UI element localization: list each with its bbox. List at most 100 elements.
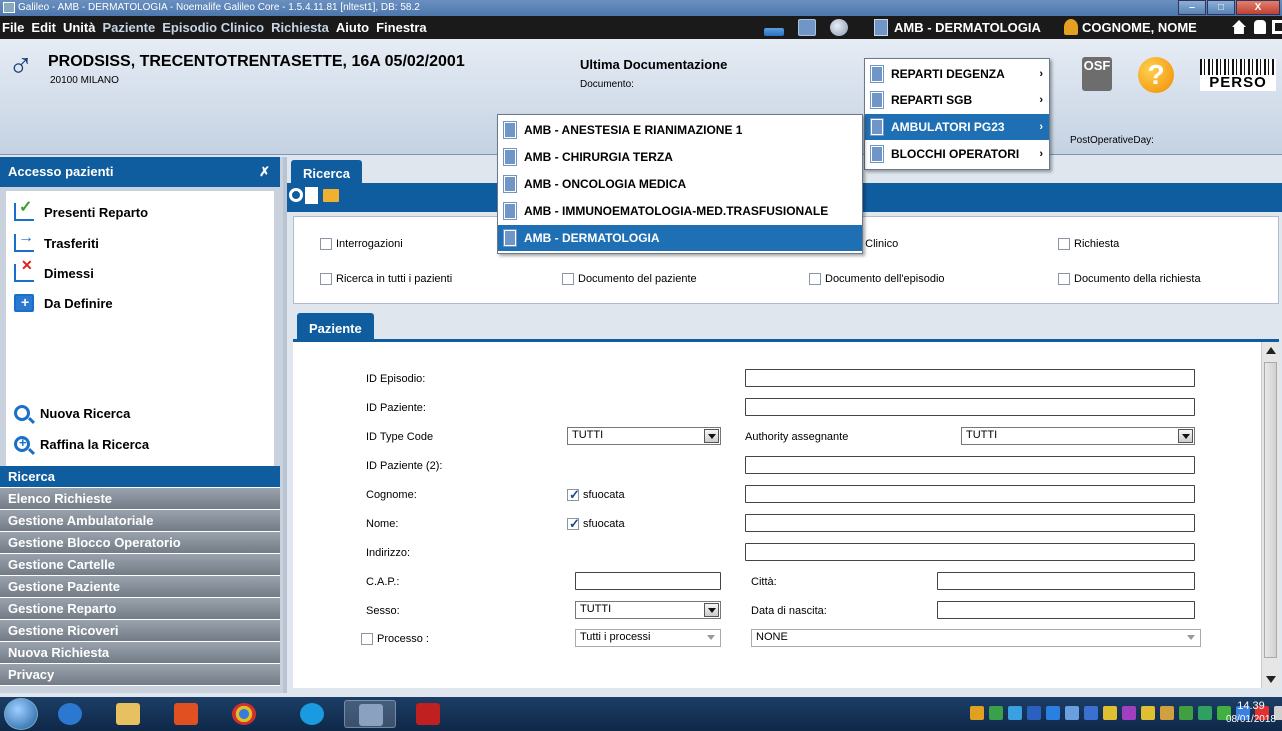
home-icon[interactable] [1232, 20, 1246, 34]
tray-icon[interactable] [1065, 706, 1079, 720]
search-icon[interactable] [289, 188, 303, 202]
taskbar-chrome[interactable] [218, 700, 270, 728]
menu-paziente[interactable]: Paziente [102, 20, 155, 35]
menu-file[interactable]: File [2, 20, 24, 35]
section-ricerca[interactable]: Ricerca [0, 466, 280, 488]
option-interrogazioni[interactable]: Interrogazioni [320, 238, 403, 250]
form-scrollbar[interactable] [1261, 342, 1279, 688]
checkbox[interactable] [361, 633, 373, 645]
scroll-up-icon[interactable] [1263, 344, 1278, 358]
cap-input[interactable] [575, 572, 721, 590]
taskbar-skype[interactable] [286, 700, 338, 728]
checkbox[interactable] [809, 273, 821, 285]
folder-icon[interactable] [323, 189, 339, 202]
help-icon[interactable]: ? [1138, 57, 1174, 93]
section-gestione-cartelle[interactable]: Gestione Cartelle [0, 554, 280, 576]
tray-icon[interactable] [1046, 706, 1060, 720]
menu-item-anestesia[interactable]: AMB - ANESTESIA E RIANIMAZIONE 1 [498, 117, 862, 143]
user-menu[interactable]: COGNOME, NOME [1064, 19, 1197, 35]
tray-icon[interactable] [1103, 706, 1117, 720]
bed-icon[interactable] [764, 27, 784, 36]
tray-icon[interactable] [1122, 706, 1136, 720]
taskbar-app2[interactable] [402, 700, 454, 728]
system-clock[interactable]: 14.39 08/01/2018 [1226, 700, 1276, 726]
option-documento-episodio[interactable]: Documento dell'episodio [809, 273, 945, 285]
checkbox[interactable] [320, 273, 332, 285]
cognome-fuzzy-checkbox[interactable]: sfuocata [567, 489, 625, 501]
minimize-button[interactable]: – [1178, 0, 1206, 15]
checkbox[interactable] [320, 238, 332, 250]
menu-item-blocchi-operatori[interactable]: BLOCCHI OPERATORI › [865, 141, 1049, 167]
osf-icon[interactable]: OSF [1082, 57, 1112, 91]
indirizzo-input[interactable] [745, 543, 1195, 561]
taskbar-ie[interactable] [44, 700, 96, 728]
start-button[interactable] [4, 698, 38, 730]
nuova-ricerca-button[interactable]: Nuova Ricerca [14, 405, 130, 421]
authority-select[interactable]: TUTTI [961, 427, 1195, 445]
option-documento-paziente[interactable]: Documento del paziente [562, 273, 697, 285]
sidebar-item-da-definire[interactable]: Da Definire [14, 294, 113, 312]
section-gestione-reparto[interactable]: Gestione Reparto [0, 598, 280, 620]
section-gestione-ambulatoriale[interactable]: Gestione Ambulatoriale [0, 510, 280, 532]
menu-item-chirurgia-terza[interactable]: AMB - CHIRURGIA TERZA [498, 144, 862, 170]
tray-icon[interactable] [970, 706, 984, 720]
nome-input[interactable] [745, 514, 1195, 532]
data-nascita-input[interactable] [937, 601, 1195, 619]
cognome-input[interactable] [745, 485, 1195, 503]
nome-fuzzy-checkbox[interactable]: sfuocata [567, 518, 625, 530]
sidebar-item-trasferiti[interactable]: Trasferiti [14, 229, 99, 252]
scroll-thumb[interactable] [1264, 362, 1277, 658]
id-paziente-2-input[interactable] [745, 456, 1195, 474]
menu-edit[interactable]: Edit [31, 20, 56, 35]
section-gestione-paziente[interactable]: Gestione Paziente [0, 576, 280, 598]
menu-item-dermatologia[interactable]: AMB - DERMATOLOGIA [498, 225, 862, 251]
ward-selector[interactable]: AMB - DERMATOLOGIA [874, 19, 1041, 36]
sidebar-item-presenti-reparto[interactable]: Presenti Reparto [14, 197, 148, 221]
menu-aiuto[interactable]: Aiuto [336, 20, 369, 35]
id-episodio-input[interactable] [745, 369, 1195, 387]
taskbar-explorer[interactable] [102, 700, 154, 728]
menu-item-ambulatori-pg23[interactable]: AMBULATORI PG23 › [865, 114, 1049, 140]
taskbar-galileo[interactable] [344, 700, 396, 728]
menu-unita[interactable]: Unità [63, 20, 96, 35]
tray-icon[interactable] [1027, 706, 1041, 720]
option-richiesta[interactable]: Richiesta [1058, 238, 1119, 250]
menu-richiesta[interactable]: Richiesta [271, 20, 329, 35]
sidebar-item-dimessi[interactable]: Dimessi [14, 257, 94, 282]
tray-icon[interactable] [1084, 706, 1098, 720]
document-icon[interactable] [305, 187, 318, 204]
tray-icon[interactable] [1141, 706, 1155, 720]
exit-icon[interactable] [1272, 20, 1282, 34]
checkbox[interactable] [562, 273, 574, 285]
tray-icon[interactable] [1008, 706, 1022, 720]
hospital-icon[interactable] [798, 19, 816, 36]
menu-item-immunoematologia[interactable]: AMB - IMMUNOEMATOLOGIA-MED.TRASFUSIONALE [498, 198, 862, 224]
option-tutti-pazienti[interactable]: Ricerca in tutti i pazienti [320, 273, 452, 285]
processo-checkbox[interactable]: Processo : [361, 633, 429, 645]
section-gestione-blocco-operatorio[interactable]: Gestione Blocco Operatorio [0, 532, 280, 554]
menu-episodio-clinico[interactable]: Episodio Clinico [162, 20, 264, 35]
pin-icon[interactable]: ✗ [259, 164, 270, 180]
processo-select[interactable]: Tutti i processi [575, 629, 721, 647]
section-elenco-richieste[interactable]: Elenco Richieste [0, 488, 280, 510]
tray-icon[interactable] [1160, 706, 1174, 720]
id-paziente-input[interactable] [745, 398, 1195, 416]
raffina-ricerca-button[interactable]: Raffina la Ricerca [14, 435, 149, 452]
tab-paziente[interactable]: Paziente [297, 313, 374, 341]
section-gestione-ricoveri[interactable]: Gestione Ricoveri [0, 620, 280, 642]
close-button[interactable]: X [1236, 0, 1280, 15]
section-privacy[interactable]: Privacy [0, 664, 280, 686]
taskbar-app[interactable] [160, 700, 212, 728]
tray-icon[interactable] [1198, 706, 1212, 720]
menu-finestra[interactable]: Finestra [376, 20, 427, 35]
tray-icon[interactable] [1179, 706, 1193, 720]
users-icon[interactable] [830, 19, 848, 36]
checkbox[interactable] [567, 489, 579, 501]
menu-item-oncologia-medica[interactable]: AMB - ONCOLOGIA MEDICA [498, 171, 862, 197]
checkbox[interactable] [1058, 238, 1070, 250]
tray-icon[interactable] [989, 706, 1003, 720]
checkbox[interactable] [567, 518, 579, 530]
id-type-code-select[interactable]: TUTTI [567, 427, 721, 445]
scroll-down-icon[interactable] [1263, 672, 1278, 686]
citta-input[interactable] [937, 572, 1195, 590]
